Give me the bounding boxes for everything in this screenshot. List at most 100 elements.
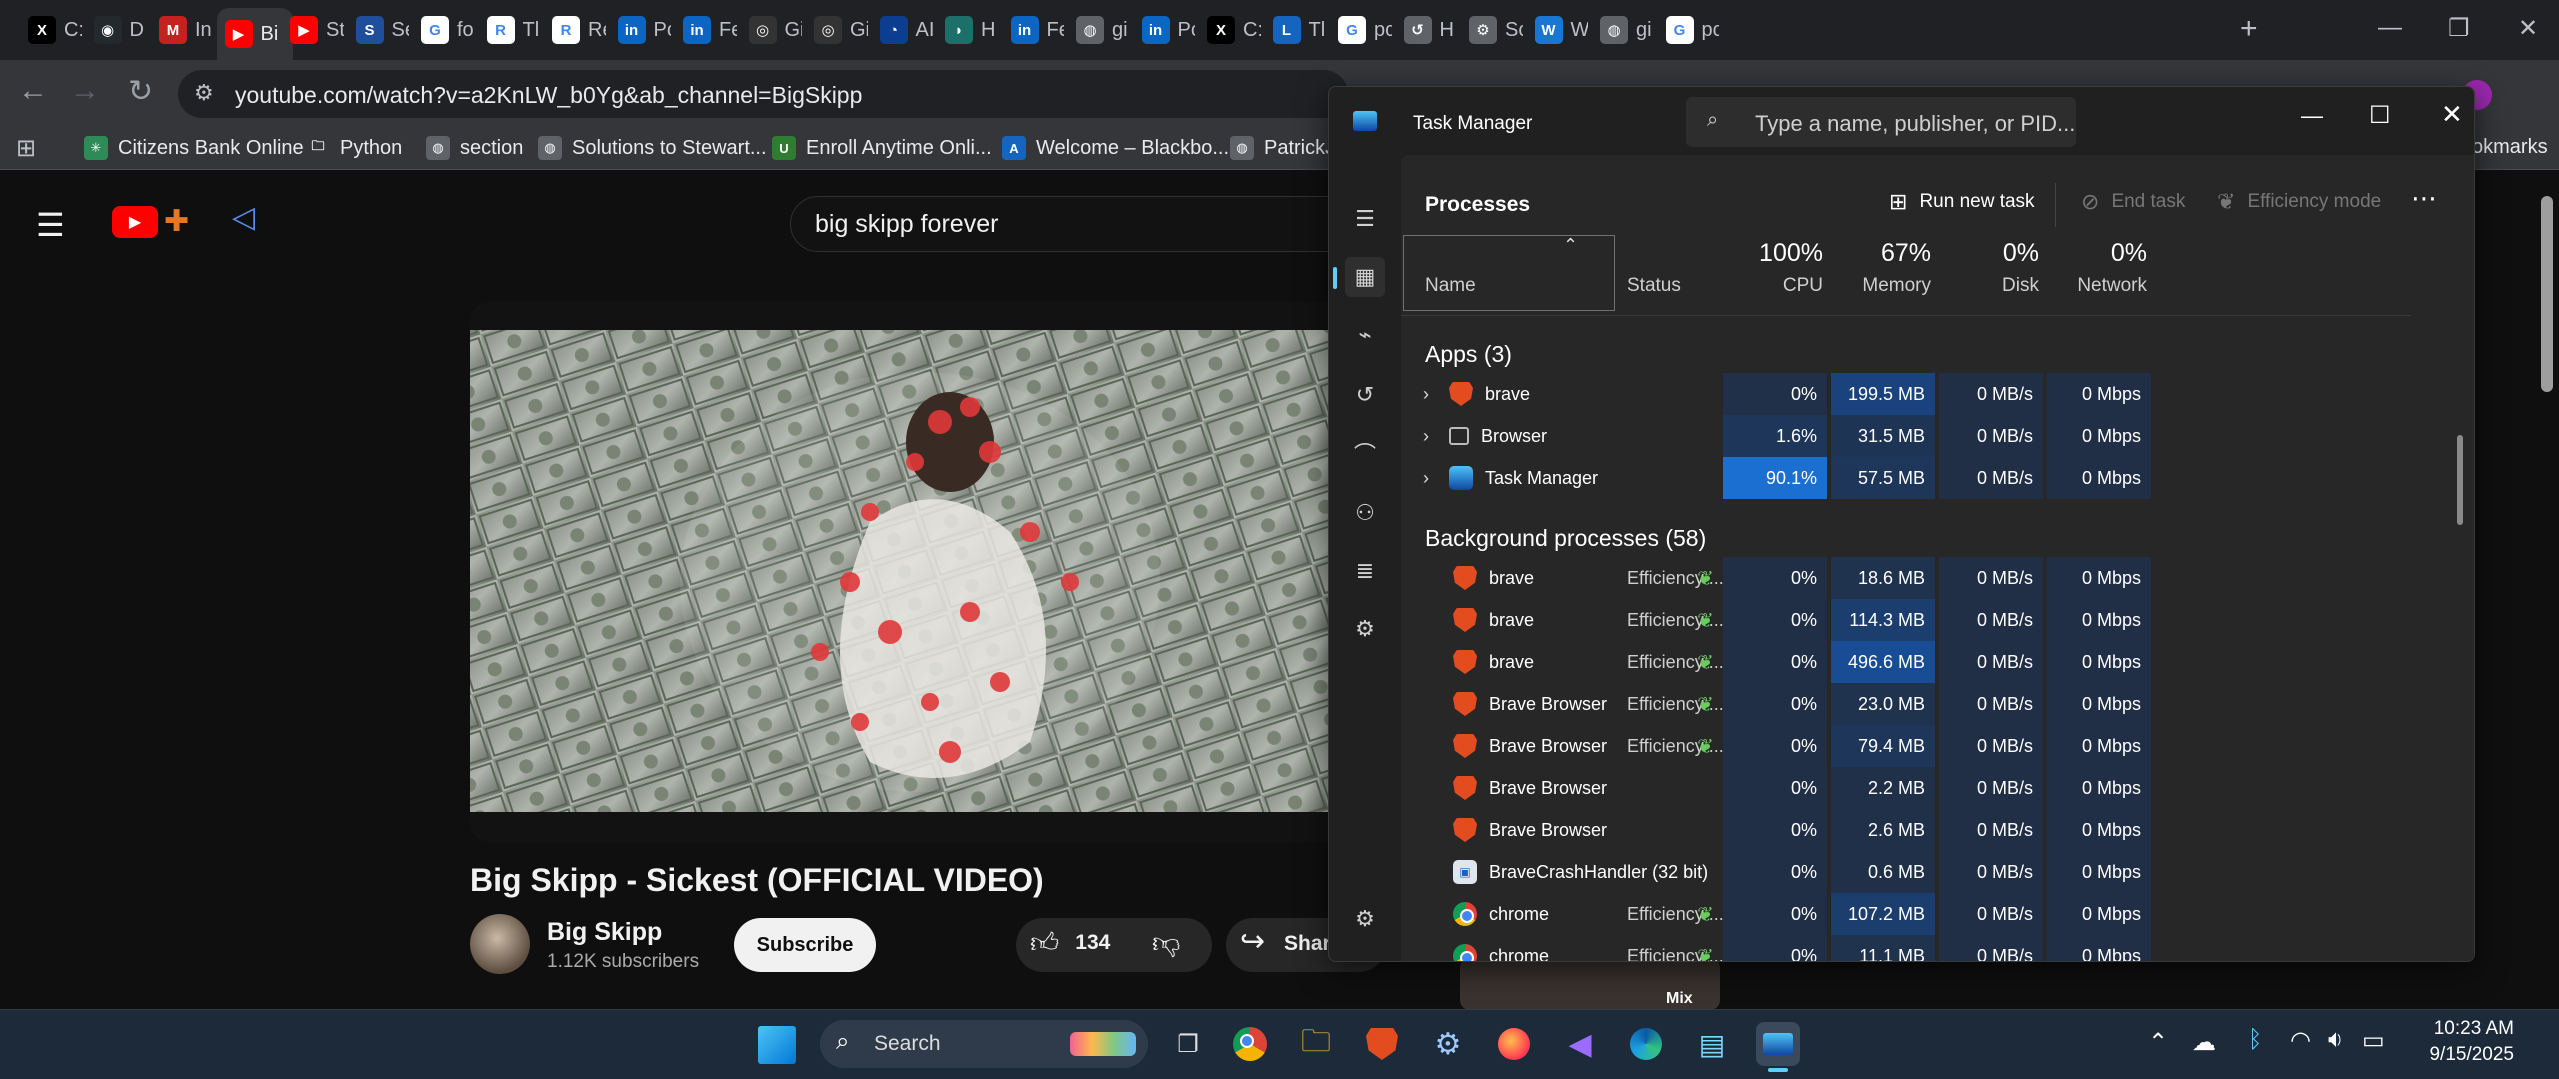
channel-avatar[interactable] xyxy=(470,914,530,974)
bookmark-item[interactable]: ✳ Citizens Bank Online xyxy=(84,136,304,160)
process-row[interactable]: › brave 0% 199.5 MB 0 MB/s 0 Mbps xyxy=(1401,373,2411,415)
process-row[interactable]: brave Efficiency ... ❦ 0% 496.6 MB 0 MB/s 0 Mb… xyxy=(1401,641,2411,683)
back-icon[interactable]: ← xyxy=(18,74,48,108)
processes-icon[interactable]: ▦ xyxy=(1345,257,1385,297)
onedrive-icon[interactable]: ☁ xyxy=(2192,1028,2216,1057)
clock-time[interactable]: 10:23 AM xyxy=(2404,1018,2514,1040)
brave-taskbar-icon[interactable] xyxy=(1360,1022,1404,1066)
memory-header-label[interactable]: Memory xyxy=(1831,275,1931,297)
subscribe-button[interactable]: Subscribe xyxy=(734,918,876,972)
process-row[interactable]: › Task Manager 90.1% 57.5 MB 0 MB/s 0 Mbps xyxy=(1401,457,2411,499)
reload-icon[interactable]: ↻ xyxy=(128,74,153,109)
close-window-icon[interactable]: ✕ xyxy=(2518,14,2538,43)
browser-tab[interactable]: in Fe xyxy=(1003,10,1064,50)
video-player[interactable] xyxy=(470,302,1370,842)
cpu-header-label[interactable]: CPU xyxy=(1723,275,1823,297)
vscode-like-taskbar-icon[interactable]: ◀ xyxy=(1558,1022,1602,1066)
apps-grid-icon[interactable]: ⊞ xyxy=(16,134,36,163)
app-history-icon[interactable]: ↺ xyxy=(1345,375,1385,415)
expand-chevron-icon[interactable]: › xyxy=(1423,426,1437,447)
process-row[interactable]: brave Efficiency ... ❦ 0% 18.6 MB 0 MB/s 0 Mbp… xyxy=(1401,557,2411,599)
chrome-taskbar-icon[interactable] xyxy=(1228,1022,1272,1066)
task-view-icon[interactable]: ❐ xyxy=(1166,1022,1210,1066)
browser-tab[interactable]: ↺ H xyxy=(1396,10,1458,50)
all-bookmarks[interactable]: okmarks xyxy=(2472,136,2548,159)
browser-tab[interactable]: ◎ Gi xyxy=(741,10,802,50)
process-row[interactable]: › Browser 1.6% 31.5 MB 0 MB/s 0 Mbps xyxy=(1401,415,2411,457)
browser-tab[interactable]: ◔ AI xyxy=(872,10,933,50)
tm-minimize-icon[interactable]: — xyxy=(2301,103,2323,129)
browser-tab[interactable]: ⚙ Sc xyxy=(1461,10,1523,50)
process-row[interactable]: ▣ BraveCrashHandler (32 bit) 0% 0.6 MB 0 MB/… xyxy=(1401,851,2411,893)
url-text[interactable]: youtube.com/watch?v=a2KnLW_b0Yg&ab_chann… xyxy=(235,82,862,109)
process-row[interactable]: Brave Browser Efficiency ... ❦ 0% 23.0 MB 0 M… xyxy=(1401,683,2411,725)
cpu-percent[interactable]: 100% xyxy=(1723,239,1823,268)
network-percent[interactable]: 0% xyxy=(2047,239,2147,268)
browser-tab[interactable]: X C: xyxy=(20,10,82,50)
process-row[interactable]: chrome Efficiency ... ❦ 0% 11.1 MB 0 MB/s 0 Mb… xyxy=(1401,935,2411,961)
bookmark-item[interactable]: A Welcome – Blackbo... xyxy=(1002,136,1229,160)
process-row[interactable]: brave Efficiency ... ❦ 0% 114.3 MB 0 MB/s 0 Mb… xyxy=(1401,599,2411,641)
more-options-icon[interactable]: ⋯ xyxy=(2411,183,2437,214)
browser-tab[interactable]: L Tl xyxy=(1265,10,1327,50)
chevron-up-icon[interactable]: ⌃ xyxy=(2148,1028,2168,1057)
browser-tab[interactable]: in Pc xyxy=(1134,10,1195,50)
browser-tab[interactable]: X C: xyxy=(1199,10,1261,50)
site-info-icon[interactable]: ⚙ xyxy=(194,80,214,106)
battery-icon[interactable]: ▭ xyxy=(2362,1026,2385,1055)
forward-icon[interactable]: → xyxy=(70,74,100,108)
process-row[interactable]: Brave Browser 0% 2.2 MB 0 MB/s 0 Mbps xyxy=(1401,767,2411,809)
browser-tab[interactable]: WW xyxy=(1527,10,1588,50)
notepad-taskbar-icon[interactable]: ▤ xyxy=(1690,1022,1734,1066)
settings-icon[interactable]: ⚙ xyxy=(1345,899,1385,939)
run-new-task-button[interactable]: ⊞ Run new task xyxy=(1889,189,2035,215)
settings-taskbar-icon[interactable]: ⚙ xyxy=(1426,1022,1470,1066)
firefox-taskbar-icon[interactable] xyxy=(1492,1022,1536,1066)
browser-tab[interactable]: S Se xyxy=(348,10,409,50)
volume-icon[interactable]: 🔉︎ xyxy=(2328,1026,2343,1054)
browser-tab[interactable]: R Re xyxy=(544,10,606,50)
process-row[interactable]: Brave Browser 0% 2.6 MB 0 MB/s 0 Mbps xyxy=(1401,809,2411,851)
disk-percent[interactable]: 0% xyxy=(1939,239,2039,268)
browser-tab[interactable]: ◗ H xyxy=(937,10,999,50)
tm-scrollbar[interactable] xyxy=(2457,435,2463,525)
like-button[interactable]: 👍︎ 134 xyxy=(1030,926,1110,960)
dislike-button[interactable]: 👎︎ xyxy=(1152,926,1180,960)
process-row[interactable]: chrome Efficiency ... ❦ 0% 107.2 MB 0 MB/s 0 M… xyxy=(1401,893,2411,935)
browser-tab[interactable]: ◉ D xyxy=(86,10,148,50)
browser-tab[interactable]: in Fe xyxy=(675,10,737,50)
browser-tab[interactable]: Gpc xyxy=(1330,10,1392,50)
tm-maximize-icon[interactable]: ☐ xyxy=(2369,101,2391,130)
new-tab-button[interactable]: + xyxy=(2240,12,2258,46)
start-button-icon[interactable] xyxy=(758,1026,796,1064)
minimize-icon[interactable]: — xyxy=(2378,14,2402,42)
name-column-header[interactable] xyxy=(1403,235,1615,311)
task-manager-taskbar-icon[interactable] xyxy=(1756,1022,1800,1066)
file-explorer-icon[interactable]: 🗀 xyxy=(1294,1022,1338,1066)
page-scrollbar[interactable] xyxy=(2541,196,2553,392)
browser-tab[interactable]: ◎ Gi xyxy=(806,10,868,50)
bookmark-item[interactable]: 🗀 Python xyxy=(306,136,402,160)
memory-percent[interactable]: 67% xyxy=(1831,239,1931,268)
task-manager-search-placeholder[interactable]: Type a name, publisher, or PID... xyxy=(1755,111,2075,137)
end-task-button[interactable]: ⊘ End task xyxy=(2081,189,2185,215)
edge-taskbar-icon[interactable] xyxy=(1624,1022,1668,1066)
disk-header-label[interactable]: Disk xyxy=(1939,275,2039,297)
efficiency-mode-button[interactable]: ❦ Efficiency mode xyxy=(2217,189,2381,215)
browser-tab[interactable]: in Pc xyxy=(610,10,671,50)
performance-icon[interactable]: ⌁ xyxy=(1345,315,1385,355)
browser-tab[interactable]: Gfo xyxy=(413,10,475,50)
network-header-label[interactable]: Network xyxy=(2047,275,2147,297)
startup-apps-icon[interactable]: ⌒ xyxy=(1345,433,1385,473)
browser-tab[interactable]: ◍ gi xyxy=(1592,10,1654,50)
clock-date[interactable]: 9/15/2025 xyxy=(2404,1044,2514,1066)
process-row[interactable]: Brave Browser Efficiency ... ❦ 0% 79.4 MB 0 M… xyxy=(1401,725,2411,767)
details-icon[interactable]: ≣ xyxy=(1345,551,1385,591)
youtube-search-text[interactable]: big skipp forever xyxy=(815,210,998,239)
status-header-label[interactable]: Status xyxy=(1627,275,1681,297)
users-icon[interactable]: ⚇ xyxy=(1345,493,1385,533)
browser-tab[interactable]: ▶ St xyxy=(282,10,344,50)
bookmark-item[interactable]: ◍ PatrickJ xyxy=(1230,136,1335,160)
browser-tab[interactable]: M In xyxy=(151,10,213,50)
bookmark-item[interactable]: U Enroll Anytime Onli... xyxy=(772,136,992,160)
